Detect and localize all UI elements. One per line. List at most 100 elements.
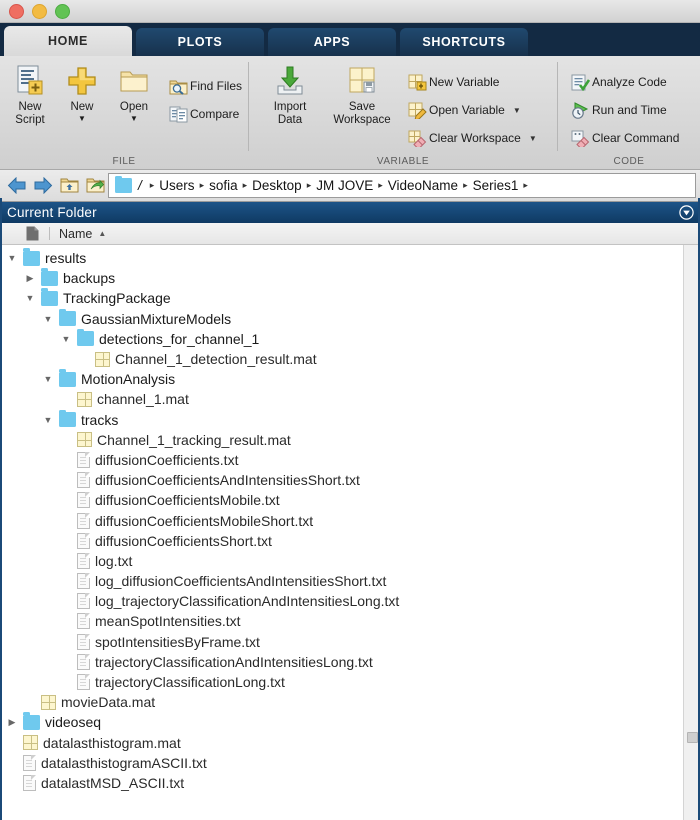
open-button[interactable]: Open ▼ <box>108 62 160 123</box>
tree-row[interactable]: ▶diffusionCoefficients.txt <box>0 450 683 470</box>
run-and-time-button[interactable]: Run and Time <box>568 96 685 124</box>
breadcrumb-separator: ▸ <box>463 180 468 190</box>
tree-row[interactable]: ▶Channel_1_detection_result.mat <box>0 349 683 369</box>
tree-row[interactable]: ▶movieData.mat <box>0 692 683 712</box>
compare-button[interactable]: Compare <box>166 100 248 128</box>
analyze-code-button[interactable]: Analyze Code <box>568 68 685 96</box>
ribbon-group-variable: Import Data Save Workspace New Variable … <box>249 56 557 169</box>
tree-row-label: diffusionCoefficients.txt <box>95 451 239 468</box>
tree-row[interactable]: ▼ MotionAnalysis <box>0 369 683 389</box>
up-folder-icon[interactable] <box>56 173 82 199</box>
tree-row[interactable]: ▶ backups <box>0 268 683 288</box>
clear-workspace-button[interactable]: Clear Workspace ▼ <box>405 124 543 152</box>
twisty-expanded-icon[interactable]: ▼ <box>22 293 38 303</box>
twisty-expanded-icon[interactable]: ▼ <box>40 314 56 324</box>
tree-row-label: detections_for_channel_1 <box>99 330 260 347</box>
breadcrumb-series1[interactable]: Series1 <box>470 178 522 193</box>
header-divider <box>49 227 50 240</box>
new-button[interactable]: New ▼ <box>56 62 108 123</box>
tree-row[interactable]: ▶datalasthistogram.mat <box>0 733 683 753</box>
tree-row[interactable]: ▶spotIntensitiesByFrame.txt <box>0 632 683 652</box>
tree-row[interactable]: ▶log_diffusionCoefficientsAndIntensities… <box>0 571 683 591</box>
tree-row[interactable]: ▼ GaussianMixtureModels <box>0 308 683 329</box>
breadcrumb-sofia[interactable]: sofia <box>206 178 241 193</box>
chevron-down-icon[interactable]: ▼ <box>78 115 86 123</box>
twisty-collapsed-icon[interactable]: ▶ <box>4 717 20 728</box>
twisty-expanded-icon[interactable]: ▼ <box>58 334 74 344</box>
tree-row[interactable]: ▶trajectoryClassificationAndIntensitiesL… <box>0 652 683 672</box>
breadcrumb-videoname[interactable]: VideoName <box>385 178 461 193</box>
twisty-expanded-icon[interactable]: ▼ <box>40 374 56 384</box>
open-variable-button[interactable]: Open Variable ▼ <box>405 96 543 124</box>
tree-row[interactable]: ▶datalastMSD_ASCII.txt <box>0 773 683 793</box>
tree-row-label: log.txt <box>95 552 133 569</box>
tree-row[interactable]: ▼ tracks <box>0 409 683 430</box>
browse-folder-icon[interactable] <box>82 173 108 199</box>
save-workspace-button[interactable]: Save Workspace <box>323 62 401 127</box>
tree-row[interactable]: ▶diffusionCoefficientsShort.txt <box>0 531 683 551</box>
path-breadcrumb-input[interactable]: / ▸ Users ▸ sofia ▸ Desktop ▸ JM JOVE ▸ … <box>108 173 696 198</box>
chevron-down-icon[interactable]: ▼ <box>130 115 138 123</box>
tree-row[interactable]: ▼ results <box>0 248 683 268</box>
tree-row[interactable]: ▶datalasthistogramASCII.txt <box>0 753 683 773</box>
chevron-down-icon[interactable]: ▼ <box>529 134 537 143</box>
tree-row-label: diffusionCoefficientsMobile.txt <box>95 492 280 509</box>
breadcrumb-root[interactable]: / <box>134 178 148 193</box>
tree-row-label: GaussianMixtureModels <box>81 310 232 327</box>
tree-row[interactable]: ▼ detections_for_channel_1 <box>0 328 683 349</box>
tree-row[interactable]: ▶meanSpotIntensities.txt <box>0 611 683 631</box>
matlab-window: HOME PLOTS APPS SHORTCUTS New Script New… <box>0 0 700 820</box>
chevron-down-icon[interactable]: ▼ <box>513 106 521 115</box>
tab-shortcuts[interactable]: SHORTCUTS <box>400 28 528 56</box>
tree-row[interactable]: ▶diffusionCoefficientsMobileShort.txt <box>0 510 683 530</box>
tree-row[interactable]: ▶log.txt <box>0 551 683 571</box>
tab-apps[interactable]: APPS <box>268 28 396 56</box>
close-button[interactable] <box>9 3 24 19</box>
new-icon <box>66 64 98 98</box>
twisty-collapsed-icon[interactable]: ▶ <box>22 273 38 284</box>
tree-row[interactable]: ▶log_trajectoryClassificationAndIntensit… <box>0 591 683 611</box>
tree-row-label: meanSpotIntensities.txt <box>95 613 241 630</box>
import-data-button[interactable]: Import Data <box>257 62 323 127</box>
forward-arrow-icon[interactable] <box>30 173 56 199</box>
ribbon-group-file-label: FILE <box>112 156 136 167</box>
breadcrumb-users[interactable]: Users <box>156 178 197 193</box>
new-variable-icon <box>405 74 429 91</box>
breadcrumb-separator: ▸ <box>199 180 205 190</box>
text-file-icon <box>77 573 90 590</box>
file-tree[interactable]: ▼ results ▶ backups ▼ TrackingPackage ▼ Gaussia… <box>0 245 683 820</box>
tree-row[interactable]: ▶ videoseq <box>0 712 683 732</box>
scrollbar-thumb[interactable] <box>687 732 698 743</box>
tree-row-label: results <box>45 250 87 267</box>
tree-row[interactable]: ▶trajectoryClassificationLong.txt <box>0 672 683 692</box>
maximize-button[interactable] <box>55 3 70 19</box>
back-arrow-icon[interactable] <box>4 173 30 199</box>
breadcrumb-desktop[interactable]: Desktop <box>249 178 305 193</box>
breadcrumb-jm-jove[interactable]: JM JOVE <box>313 178 376 193</box>
tree-row[interactable]: ▼ TrackingPackage <box>0 288 683 308</box>
tree-row[interactable]: ▶Channel_1_tracking_result.mat <box>0 430 683 450</box>
text-file-icon <box>77 613 90 630</box>
tree-row[interactable]: ▶diffusionCoefficientsMobile.txt <box>0 490 683 510</box>
tree-row-label: log_diffusionCoefficientsAndIntensitiesS… <box>95 573 387 590</box>
minimize-button[interactable] <box>32 3 47 19</box>
tab-plots[interactable]: PLOTS <box>136 28 264 56</box>
tab-home[interactable]: HOME <box>4 26 132 56</box>
clear-command-button[interactable]: Clear Command <box>568 124 685 152</box>
tree-row[interactable]: ▶channel_1.mat <box>0 389 683 409</box>
column-header-name[interactable]: Name <box>59 227 92 241</box>
tree-row-label: log_trajectoryClassificationAndIntensiti… <box>95 593 400 610</box>
new-variable-button[interactable]: New Variable <box>405 68 543 96</box>
sort-ascending-icon[interactable]: ▲ <box>98 229 106 238</box>
tree-row[interactable]: ▶diffusionCoefficientsAndIntensitiesShor… <box>0 470 683 490</box>
tree-column-header: Name ▲ <box>0 223 700 245</box>
twisty-expanded-icon[interactable]: ▼ <box>40 415 56 425</box>
panel-left-border <box>0 198 2 820</box>
new-script-button[interactable]: New Script <box>4 62 56 127</box>
clear-workspace-label: Clear Workspace <box>429 131 521 145</box>
find-files-button[interactable]: Find Files <box>166 72 248 100</box>
panel-menu-icon[interactable] <box>679 205 694 220</box>
ribbon-body: New Script New ▼ Open ▼ Find Files Compa… <box>0 56 700 170</box>
ribbon-group-variable-label: VARIABLE <box>376 156 430 167</box>
twisty-expanded-icon[interactable]: ▼ <box>4 253 20 263</box>
